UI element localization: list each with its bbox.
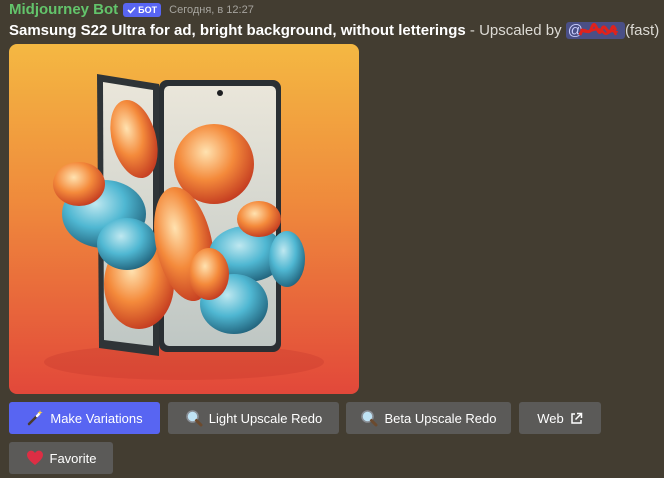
favorite-label: Favorite: [49, 450, 97, 466]
make-variations-label: Make Variations: [50, 410, 143, 426]
light-upscale-redo-button[interactable]: Light Upscale Redo: [168, 402, 339, 434]
separator-text: -: [465, 22, 480, 39]
bot-badge: БОТ: [123, 3, 162, 17]
red-heart-icon: [26, 450, 43, 465]
prompt-text: Samsung S22 Ultra for ad, bright backgro…: [9, 22, 466, 39]
redaction-scribble: [578, 23, 618, 36]
make-variations-button[interactable]: Make Variations: [9, 402, 160, 434]
user-mention[interactable]: @: [565, 22, 626, 39]
favorite-button[interactable]: Favorite: [9, 442, 113, 474]
message-timestamp[interactable]: Сегодня, в 12:27: [169, 4, 254, 16]
external-link-icon: [571, 412, 582, 424]
beta-upscale-redo-button[interactable]: Beta Upscale Redo: [346, 402, 511, 434]
magnifier-icon: [361, 410, 378, 427]
web-label: Web: [537, 410, 564, 426]
upscaled-by-text: Upscaled by: [479, 22, 566, 39]
web-link-button[interactable]: Web: [519, 402, 601, 434]
speed-label: (fast): [625, 22, 660, 39]
mention-prefix: @: [567, 22, 584, 39]
beta-upscale-redo-label: Beta Upscale Redo: [384, 410, 497, 426]
magnifier-icon: [185, 410, 203, 427]
message-content: Samsung S22 Ultra for ad, bright backgro…: [9, 21, 659, 41]
light-upscale-redo-label: Light Upscale Redo: [208, 410, 323, 426]
magic-wand-icon: [28, 410, 44, 426]
message-header: Midjourney Bot БОТ Сегодня, в 12:27: [9, 0, 254, 20]
author-name[interactable]: Midjourney Bot: [9, 1, 118, 19]
checkmark-icon: [127, 6, 136, 14]
generated-image[interactable]: [9, 44, 359, 394]
bot-badge-label: БОТ: [138, 5, 158, 15]
